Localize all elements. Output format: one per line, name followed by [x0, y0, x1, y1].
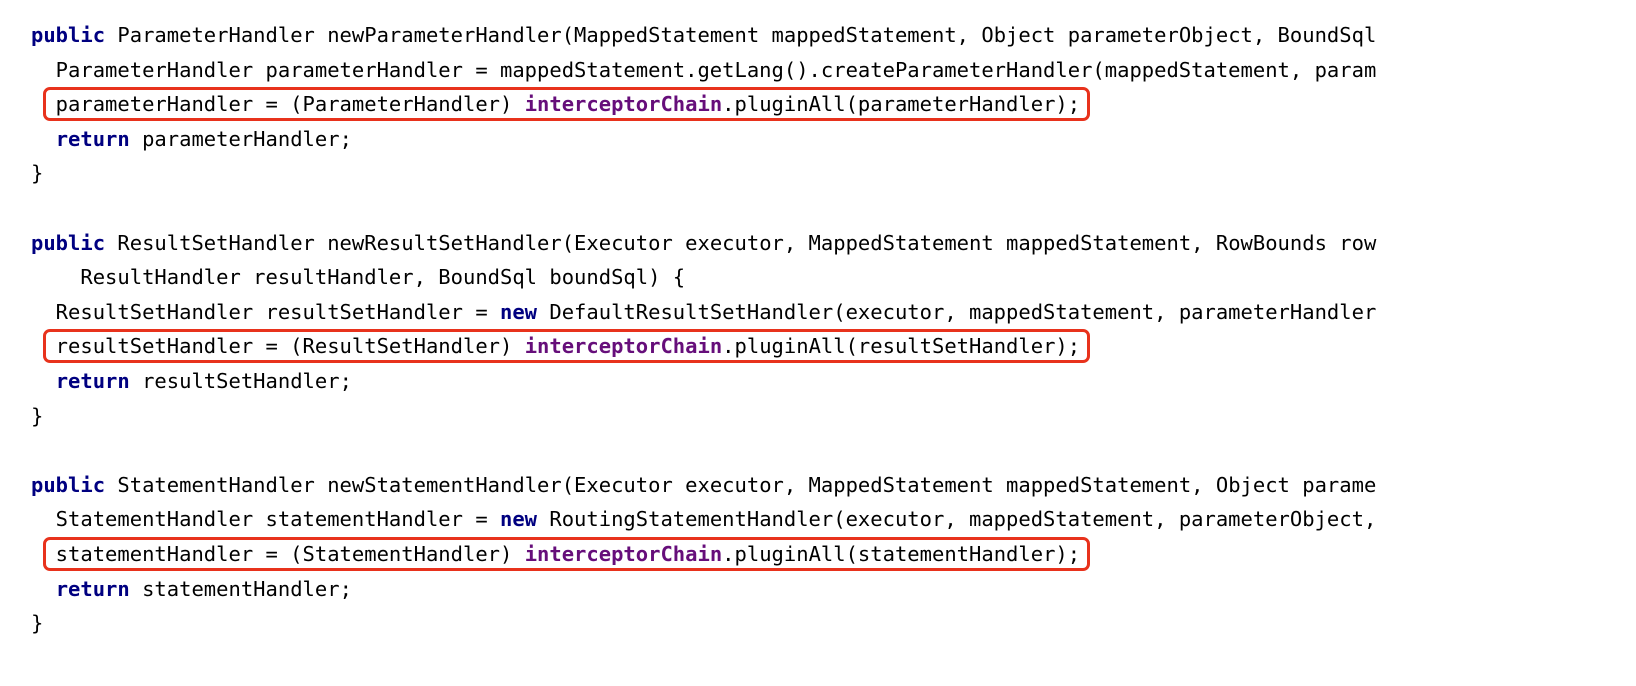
code-text: DefaultResultSetHandler(executor, mapped… — [537, 299, 1377, 324]
code-text: ResultHandler resultHandler, BoundSql bo… — [31, 265, 686, 290]
code-text: resultSetHandler; — [129, 369, 352, 393]
code-text: statementHandler; — [129, 576, 352, 601]
code-keyword: public — [31, 472, 106, 497]
code-keyword: return — [55, 126, 130, 151]
code-line: } — [31, 155, 43, 191]
code-text: .pluginAll(statementHandler); — [722, 542, 1081, 566]
code-text: } — [31, 403, 44, 428]
code-line: parameterHandler = (ParameterHandler) in… — [31, 86, 1080, 122]
code-line: public StatementHandler newStatementHand… — [31, 467, 1376, 503]
code-text: ParameterHandler parameterHandler = mapp… — [31, 57, 1377, 82]
code-line: StatementHandler statementHandler = new … — [31, 501, 1377, 537]
code-field: interceptorChain — [524, 92, 723, 117]
code-field: interceptorChain — [524, 334, 723, 359]
code-keyword: return — [55, 369, 130, 393]
code-line: public ResultSetHandler newResultSetHand… — [31, 225, 1376, 261]
code-text: parameterHandler = (ParameterHandler) — [31, 92, 525, 117]
code-line: return resultSetHandler; — [31, 363, 352, 399]
code-line: ParameterHandler parameterHandler = mapp… — [31, 52, 1377, 88]
code-text: ParameterHandler newParameterHandler(Map… — [105, 23, 1377, 47]
code-keyword: return — [55, 576, 130, 601]
code-field: interceptorChain — [524, 542, 723, 566]
code-line: return statementHandler; — [31, 571, 352, 607]
code-keyword: new — [500, 507, 538, 532]
code-text: ResultSetHandler newResultSetHandler(Exe… — [105, 230, 1377, 255]
code-keyword: public — [31, 230, 106, 255]
code-text: .pluginAll(parameterHandler); — [722, 92, 1081, 117]
code-line: public ParameterHandler newParameterHand… — [31, 17, 1376, 53]
code-text: } — [31, 161, 44, 186]
code-text: resultSetHandler = (ResultSetHandler) — [31, 334, 525, 359]
code-text: StatementHandler newStatementHandler(Exe… — [105, 472, 1377, 497]
code-line: ResultHandler resultHandler, BoundSql bo… — [31, 259, 685, 295]
code-text: statementHandler = (StatementHandler) — [31, 542, 525, 566]
code-line: } — [31, 605, 43, 641]
code-text: StatementHandler statementHandler = — [31, 507, 500, 532]
code-line: ResultSetHandler resultSetHandler = new … — [31, 294, 1377, 330]
code-line: } — [31, 398, 43, 434]
code-editor[interactable]: public ParameterHandler newParameterHand… — [0, 0, 1602, 686]
code-line: return parameterHandler; — [31, 121, 352, 157]
code-line: statementHandler = (StatementHandler) in… — [31, 536, 1080, 572]
code-text: parameterHandler; — [129, 126, 352, 151]
code-text: ResultSetHandler resultSetHandler = — [31, 299, 500, 324]
code-keyword: new — [500, 299, 538, 324]
code-text: .pluginAll(resultSetHandler); — [722, 334, 1081, 359]
code-line: resultSetHandler = (ResultSetHandler) in… — [31, 328, 1080, 364]
code-text: } — [31, 611, 44, 636]
code-keyword: public — [31, 23, 106, 47]
code-text: RoutingStatementHandler(executor, mapped… — [537, 507, 1377, 532]
